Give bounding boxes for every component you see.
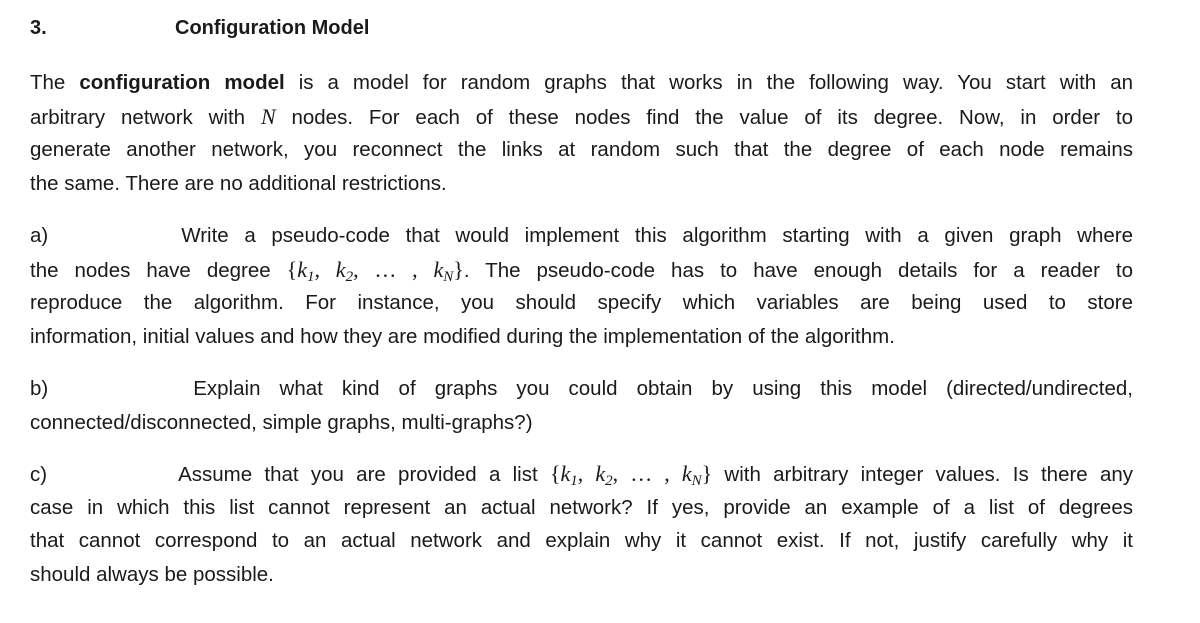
part-a-line-2: the nodes have degree {k1, k2, … , kN}. … [30, 253, 1133, 287]
sub: N [443, 268, 454, 285]
sub: 2 [605, 473, 613, 489]
k: k [595, 461, 606, 486]
part-c-line-1-post: with arbitrary integer values. Is there … [712, 463, 1134, 486]
part-b-line-2: connected/disconnected, simple graphs, m… [30, 410, 533, 434]
k: k [433, 256, 444, 282]
question-title: Configuration Model [175, 17, 370, 39]
intro-line-4: the same. There are no additional restri… [30, 171, 447, 195]
part-b-line-1: b) Explain what kind of graphs you could … [30, 372, 1133, 406]
comma: , [577, 461, 596, 486]
intro-line-1: The configuration model is a model for r… [30, 66, 1133, 100]
part-c-line-1-pre: Assume that you are provided a list [178, 463, 550, 486]
ellipsis: , … , [612, 461, 682, 486]
k: k [335, 256, 346, 282]
part-b-line-1-text: Explain what kind of graphs you could ob… [193, 377, 1133, 400]
intro-line-3: generate another network, you reconnect … [30, 138, 1133, 161]
ellipsis: , … , [353, 256, 434, 282]
part-c: c) Assume that you are provided a list {k… [30, 457, 1133, 591]
brace-close: } [701, 461, 713, 486]
intro-line-2: arbitrary network with N nodes. For each… [30, 100, 1133, 134]
part-a: a) Write a pseudo-code that would impleme… [30, 219, 1133, 353]
math-var-n: N [260, 103, 276, 129]
brace-open: { [286, 256, 298, 282]
comma: , [314, 256, 336, 282]
part-a-line-4: information, initial values and how they… [30, 324, 895, 348]
k: k [681, 461, 692, 486]
intro-line-2-post: nodes. For each of these nodes find the … [275, 105, 1133, 129]
part-b: b) Explain what kind of graphs you could … [30, 372, 1133, 439]
part-c-line-2: case in which this list cannot represent… [30, 495, 1133, 519]
sub: 1 [570, 473, 578, 489]
part-c-line-4: should always be possible. [30, 562, 274, 586]
math-degree-set: {k1, k2, … , kN} [286, 256, 464, 285]
part-c-line-3: that cannot correspond to an actual netw… [30, 529, 1133, 552]
k: k [297, 256, 307, 282]
part-a-line-2-post: . The pseudo-code has to have enough det… [463, 258, 1134, 282]
sub: N [691, 473, 702, 489]
part-c-label: c) [30, 463, 48, 486]
part-a-label: a) [30, 224, 49, 247]
intro-paragraph: The configuration model is a model for r… [30, 66, 1133, 200]
part-a-line-2-pre: the nodes have degree [30, 258, 287, 282]
brace-open: { [549, 461, 561, 486]
intro-line-1-rest: is a model for random graphs that works … [284, 71, 1133, 94]
intro-lead: The [30, 71, 80, 94]
part-a-line-1: a) Write a pseudo-code that would impleme… [30, 219, 1133, 253]
k: k [560, 461, 571, 486]
part-b-label: b) [30, 377, 49, 400]
question-heading: 3. Configuration Model [30, 17, 369, 40]
sub: 2 [345, 268, 354, 285]
part-a-line-3: reproduce the algorithm. For instance, y… [30, 291, 1133, 314]
math-degree-set: {k1, k2, … , kN} [549, 461, 713, 489]
bold-term: configuration model [79, 71, 285, 94]
intro-line-2-pre: arbitrary network with [30, 105, 261, 129]
part-a-line-1-text: Write a pseudo-code that would implement… [181, 224, 1133, 247]
brace-close: } [453, 256, 464, 282]
question-number: 3. [30, 17, 47, 39]
part-c-line-1: c) Assume that you are provided a list {k… [30, 457, 1133, 491]
